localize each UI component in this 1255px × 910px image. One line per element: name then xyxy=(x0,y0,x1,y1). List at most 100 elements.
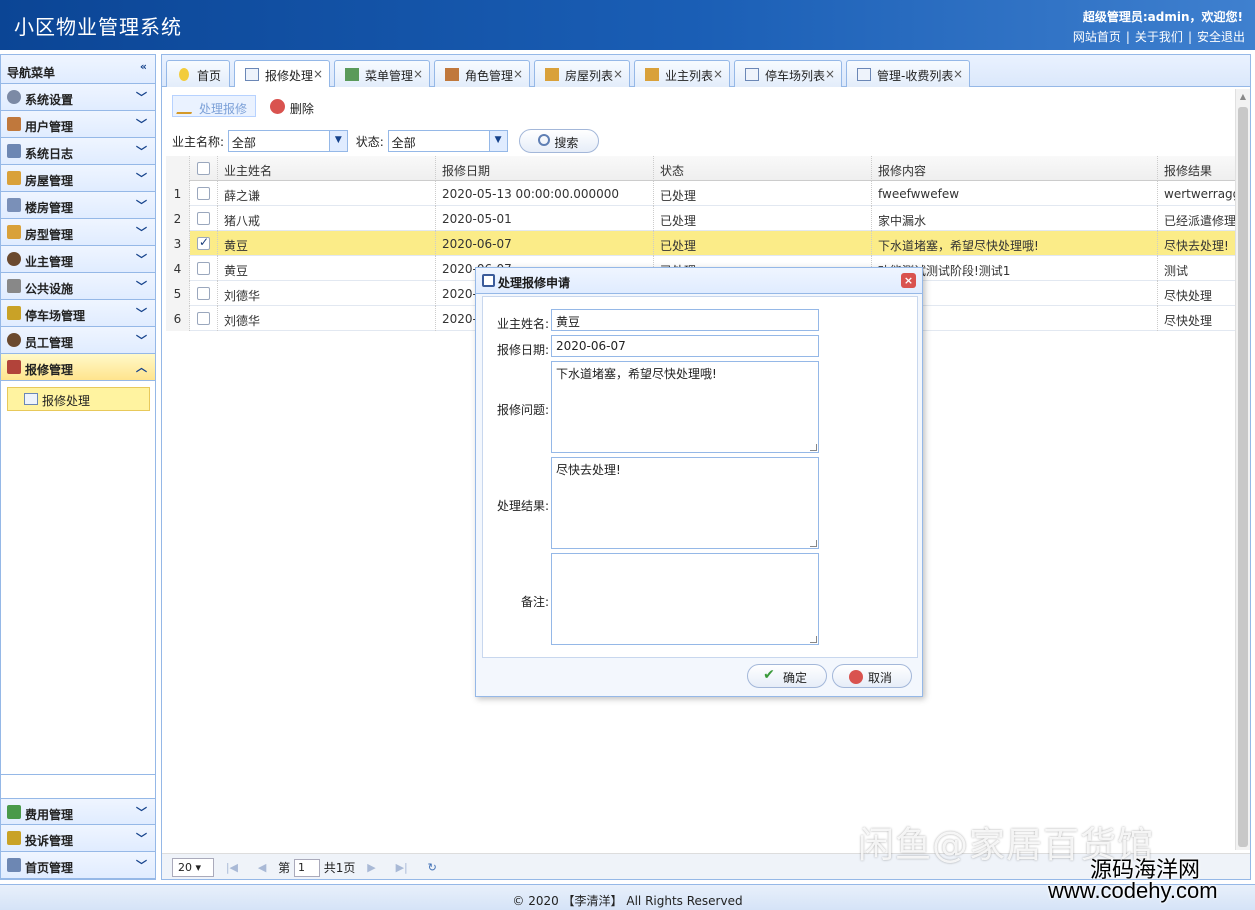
close-icon[interactable]: × xyxy=(413,67,423,81)
edit-icon xyxy=(176,99,197,114)
owner-name-field[interactable]: 黄豆 xyxy=(551,309,819,331)
close-icon[interactable]: × xyxy=(953,67,963,81)
scroll-up-icon[interactable]: ▲ xyxy=(1236,89,1250,105)
col-content[interactable]: 报修内容 xyxy=(872,156,1158,181)
checkbox[interactable] xyxy=(197,187,210,200)
note-label: 备注: xyxy=(520,595,549,609)
tab-parking-list[interactable]: 停车场列表 × xyxy=(734,60,842,88)
refresh-icon[interactable]: ↻ xyxy=(428,861,437,874)
tab-fee-list[interactable]: 管理-收费列表 × xyxy=(846,60,970,88)
users-icon xyxy=(7,117,21,131)
row-number: 2 xyxy=(166,206,190,231)
save-icon xyxy=(482,274,495,287)
tab-repair-handling[interactable]: 报修处理 × xyxy=(234,60,330,89)
link-logout[interactable]: 安全退出 xyxy=(1197,30,1245,44)
row-checkbox[interactable] xyxy=(190,206,218,231)
repair-date-field[interactable]: 2020-06-07 xyxy=(551,335,819,357)
tab-house-list[interactable]: 房屋列表 × xyxy=(534,60,630,88)
col-owner-name[interactable]: 业主姓名 xyxy=(218,156,436,181)
next-page-icon[interactable]: ▶ xyxy=(367,861,375,874)
table-row[interactable]: 1 薛之谦 2020-05-13 00:00:00.000000 已处理 fweefww… xyxy=(166,181,1236,206)
process-repair-button[interactable]: 处理报修 xyxy=(172,95,257,117)
owner-filter-select[interactable]: 全部 ▼ xyxy=(227,130,348,152)
dialog-header: 处理报修申请 × xyxy=(476,268,922,294)
col-status[interactable]: 状态 xyxy=(654,156,872,181)
table-row[interactable]: 3 黄豆2020-06-07已处理下水道堵塞，希望尽快处理哦!尽快去处理! xyxy=(166,231,1236,256)
cell-content: fweefwwefew xyxy=(872,181,1158,206)
row-checkbox[interactable] xyxy=(190,256,218,281)
select-all-checkbox[interactable] xyxy=(190,156,218,181)
app-title: 小区物业管理系统 xyxy=(14,15,182,39)
nav-item-building-management[interactable]: 楼房管理 ﹀ xyxy=(1,192,155,219)
checkbox[interactable] xyxy=(197,312,210,325)
last-page-icon[interactable]: ▶| xyxy=(396,861,408,874)
gear-icon xyxy=(7,90,21,104)
nav-item-staff-management[interactable]: 员工管理 ﹀ xyxy=(1,327,155,354)
nav-header-label: 导航菜单 xyxy=(7,66,56,80)
page-size-select[interactable]: 20 ▾ xyxy=(172,858,214,877)
row-checkbox[interactable] xyxy=(190,181,218,206)
link-home[interactable]: 网站首页 xyxy=(1073,30,1121,44)
close-icon[interactable]: × xyxy=(901,273,916,288)
note-textarea[interactable] xyxy=(551,553,819,645)
row-checkbox[interactable] xyxy=(190,281,218,306)
lightbulb-icon xyxy=(179,68,189,81)
page-number-input[interactable]: 1 xyxy=(293,858,320,877)
nav-item-complaint-management[interactable]: 投诉管理 ﹀ xyxy=(1,825,155,852)
checkbox[interactable] xyxy=(197,287,210,300)
nav-item-parking-management[interactable]: 停车场管理 ﹀ xyxy=(1,300,155,327)
checkbox[interactable] xyxy=(197,212,210,225)
nav-item-house-management[interactable]: 房屋管理 ﹀ xyxy=(1,165,155,192)
tab-home[interactable]: 首页 xyxy=(166,60,230,88)
wrench-icon xyxy=(7,360,21,374)
close-icon[interactable]: × xyxy=(713,67,723,81)
nav-item-system-settings[interactable]: 系统设置 ﹀ xyxy=(1,84,155,111)
close-icon[interactable]: × xyxy=(313,67,323,81)
complaint-icon xyxy=(7,831,21,845)
handling-result-textarea[interactable]: 尽快去处理! xyxy=(551,457,819,549)
page-total: 共1页 xyxy=(323,861,356,875)
row-checkbox[interactable] xyxy=(190,306,218,331)
nav-item-house-type-management[interactable]: 房型管理 ﹀ xyxy=(1,219,155,246)
money-icon xyxy=(7,805,21,819)
sub-item-repair-handling[interactable]: 报修处理 xyxy=(7,387,150,411)
confirm-button[interactable]: ✔ 确定 xyxy=(747,664,827,688)
cell-status: 已处理 xyxy=(654,231,872,256)
tab-owner-list[interactable]: 业主列表 × xyxy=(634,60,730,88)
delete-button[interactable]: 删除 xyxy=(264,96,322,118)
tab-role-management[interactable]: 角色管理 × xyxy=(434,60,530,88)
search-button[interactable]: 搜索 xyxy=(519,129,600,153)
lock-icon xyxy=(645,68,659,81)
prev-page-icon[interactable]: ◀ xyxy=(258,861,266,874)
repair-problem-textarea[interactable]: 下水道堵塞，希望尽快处理哦! xyxy=(551,361,819,453)
close-icon[interactable]: × xyxy=(513,67,523,81)
nav-item-repair-management[interactable]: 报修管理 ︿ xyxy=(1,354,155,381)
close-icon[interactable]: × xyxy=(825,67,835,81)
row-checkbox[interactable] xyxy=(190,231,218,256)
nav-item-system-log[interactable]: 系统日志 ﹀ xyxy=(1,138,155,165)
status-filter-select[interactable]: 全部 ▼ xyxy=(387,130,508,152)
checkbox[interactable] xyxy=(197,262,210,275)
col-repair-date[interactable]: 报修日期 xyxy=(436,156,654,181)
nav-item-fee-management[interactable]: 费用管理 ﹀ xyxy=(1,798,155,825)
nav-item-owner-management[interactable]: 业主管理 ﹀ xyxy=(1,246,155,273)
cancel-icon xyxy=(849,670,863,684)
link-about[interactable]: 关于我们 xyxy=(1135,30,1183,44)
cell-repair-date: 2020-06-07 xyxy=(436,231,654,256)
nav-item-public-facilities[interactable]: 公共设施 ﹀ xyxy=(1,273,155,300)
chevron-down-icon: ﹀ xyxy=(136,226,147,239)
first-page-icon[interactable]: |◀ xyxy=(226,861,238,874)
nav-item-homepage-management[interactable]: 首页管理 ﹀ xyxy=(1,852,155,879)
close-icon[interactable]: × xyxy=(613,67,623,81)
vertical-scrollbar[interactable]: ▲ xyxy=(1235,89,1250,850)
nav-item-user-management[interactable]: 用户管理 ﹀ xyxy=(1,111,155,138)
cancel-button[interactable]: 取消 xyxy=(832,664,912,688)
cell-owner-name: 刘德华 xyxy=(218,281,436,306)
checkbox[interactable] xyxy=(197,235,210,250)
table-row[interactable]: 2 猪八戒 2020-05-01 已处理 家中漏水 已经派遣修理 xyxy=(166,206,1236,231)
tab-menu-management[interactable]: 菜单管理 × xyxy=(334,60,430,88)
left-navigation: 导航菜单 « 系统设置 ﹀ 用户管理 ﹀ 系统日志 ﹀ 房屋管理 ﹀ 楼房管理 ﹀ 房型管… xyxy=(0,54,156,880)
users-icon xyxy=(445,68,459,81)
col-result[interactable]: 报修结果 xyxy=(1158,156,1236,181)
collapse-nav-icon[interactable]: « xyxy=(140,60,147,73)
